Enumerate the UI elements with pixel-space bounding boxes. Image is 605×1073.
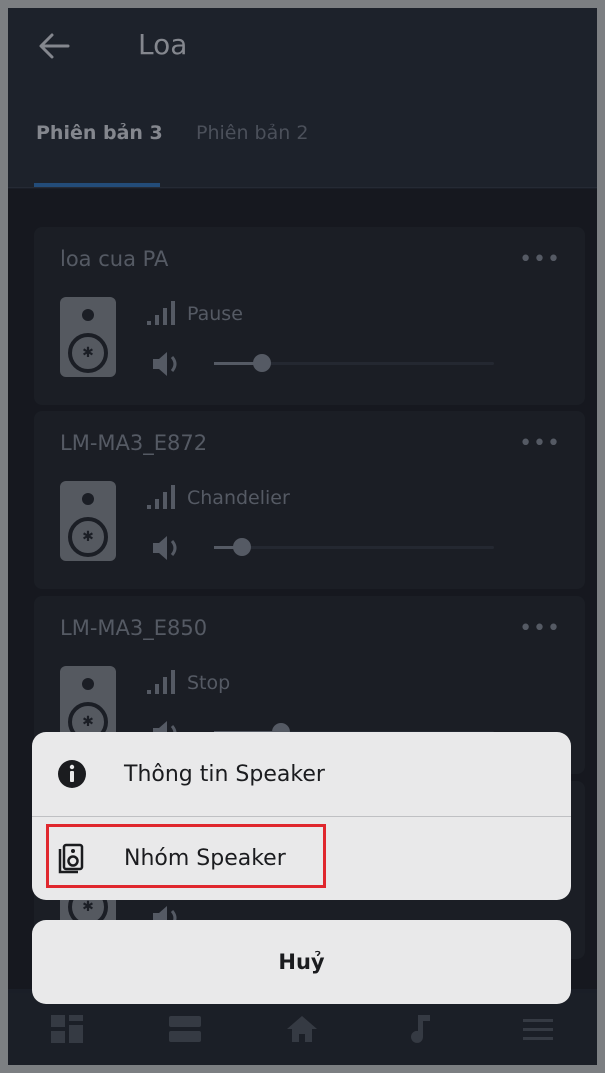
cancel-button[interactable]: Huỷ xyxy=(32,920,571,1004)
speaker-group-icon xyxy=(58,843,84,874)
info-icon xyxy=(58,760,86,788)
modal-backdrop[interactable] xyxy=(8,8,597,1065)
app-screen: Loa Phiên bản 3 Phiên bản 2 loa cua PA •… xyxy=(8,8,597,1065)
action-sheet: Thông tin Speaker Nhóm Speaker xyxy=(32,732,571,900)
speaker-group-label: Nhóm Speaker xyxy=(124,845,286,871)
speaker-info-label: Thông tin Speaker xyxy=(124,761,325,787)
speaker-info-option[interactable]: Thông tin Speaker xyxy=(32,732,571,816)
speaker-group-option[interactable]: Nhóm Speaker xyxy=(32,816,571,900)
